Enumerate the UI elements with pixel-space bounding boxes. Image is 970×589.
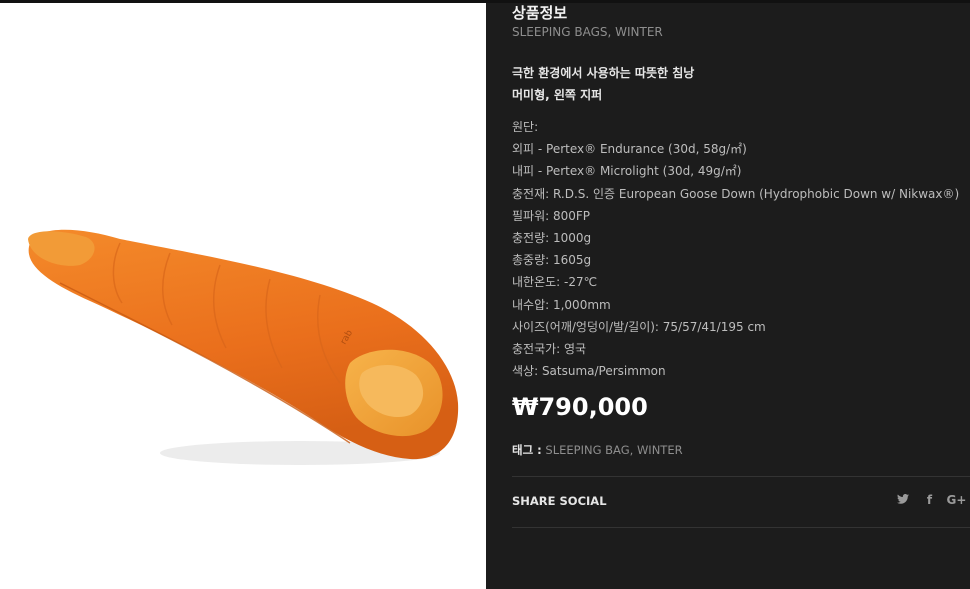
- spec-line: 원단:: [512, 120, 539, 134]
- spec-line: 내피 - Pertex® Microlight (30d, 49g/㎡): [512, 164, 742, 179]
- spec-line: 내한온도: -27℃: [512, 275, 598, 290]
- product-specs: 원단: 외피 - Pertex® Endurance (30d, 58g/㎡) …: [512, 116, 959, 382]
- summary-line: 머미형, 왼쪽 지퍼: [512, 88, 603, 102]
- product-image-panel: rab: [0, 3, 486, 589]
- tag-separator: ,: [629, 443, 637, 457]
- twitter-icon-glyph: [896, 494, 909, 504]
- tag-link-winter[interactable]: WINTER: [637, 443, 683, 457]
- category-separator: ,: [607, 25, 616, 39]
- divider-top: [512, 476, 970, 477]
- twitter-icon[interactable]: [889, 493, 916, 507]
- google-plus-icon[interactable]: G+: [943, 493, 970, 507]
- divider-bottom: [512, 527, 970, 528]
- product-title: 상품정보: [512, 4, 568, 22]
- product-info-panel: 상품정보 SLEEPING BAGS, WINTER 극한 환경에서 사용하는 …: [512, 0, 970, 589]
- tags-label: 태그 :: [512, 443, 542, 457]
- facebook-icon[interactable]: f: [916, 493, 943, 507]
- category-link-winter[interactable]: WINTER: [615, 25, 663, 39]
- spec-line: 충전국가: 영국: [512, 342, 587, 357]
- spec-line: 필파워: 800FP: [512, 208, 591, 223]
- spec-line: 충전량: 1000g: [512, 231, 592, 246]
- spec-line: 사이즈(어깨/엉덩이/발/길이): 75/57/41/195 cm: [512, 319, 766, 334]
- product-categories: SLEEPING BAGS, WINTER: [512, 25, 663, 39]
- share-social-label: SHARE SOCIAL: [512, 494, 607, 508]
- spec-line: 색상: Satsuma/Persimmon: [512, 364, 666, 379]
- product-price: ₩790,000: [512, 393, 648, 421]
- social-share-buttons: f G+: [889, 493, 970, 507]
- product-summary: 극한 환경에서 사용하는 따뜻한 침낭 머미형, 왼쪽 지퍼: [512, 62, 694, 106]
- summary-line: 극한 환경에서 사용하는 따뜻한 침낭: [512, 66, 695, 80]
- product-tags: 태그 : SLEEPING BAG, WINTER: [512, 442, 683, 458]
- spec-line: 외피 - Pertex® Endurance (30d, 58g/㎡): [512, 142, 747, 157]
- spec-line: 총중량: 1605g: [512, 253, 592, 268]
- sleeping-bag-image: rab: [28, 229, 459, 465]
- spec-line: 내수압: 1,000mm: [512, 297, 611, 312]
- category-link-sleeping-bags[interactable]: SLEEPING BAGS: [512, 25, 607, 39]
- tag-link-sleeping-bag[interactable]: SLEEPING BAG: [545, 443, 629, 457]
- spec-line: 충전재: R.D.S. 인증 European Goose Down (Hydr…: [512, 186, 960, 201]
